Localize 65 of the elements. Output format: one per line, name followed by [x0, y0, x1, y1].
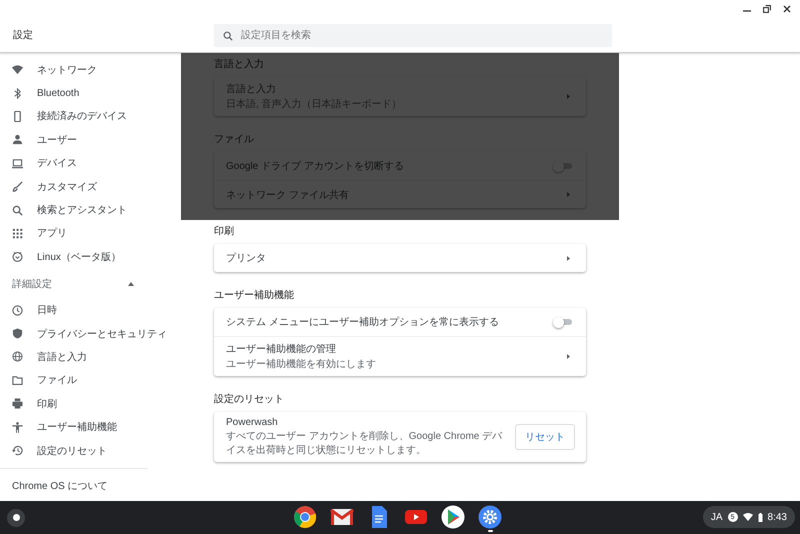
brush-icon: [12, 181, 23, 192]
restore-icon[interactable]: [763, 5, 771, 13]
chrome-icon[interactable]: [293, 505, 317, 529]
sidebar-item[interactable]: 言語と入力: [37, 350, 87, 364]
sidebar-item[interactable]: 印刷: [37, 396, 57, 411]
sidebar-item[interactable]: 日時: [37, 303, 57, 318]
clock-icon: [12, 304, 23, 316]
setting-label: Powerwash: [226, 417, 279, 428]
close-icon[interactable]: [783, 5, 791, 13]
language-indicator: JA: [710, 512, 723, 522]
setting-label: システム メニューにユーザー補助オプションを常に表示する: [226, 316, 499, 329]
sidebar-item[interactable]: ファイル: [37, 373, 77, 388]
folder-icon: [12, 374, 23, 386]
launcher-button[interactable]: [7, 508, 25, 526]
setting-label: ネットワーク ファイル共有: [226, 188, 349, 202]
section-heading: ファイル: [214, 133, 255, 146]
printer-icon: [12, 398, 23, 410]
chevron-right-icon[interactable]: [567, 354, 570, 359]
battery-icon: [758, 512, 763, 522]
person-icon: [12, 134, 23, 146]
sidebar-item[interactable]: Linux（ベータ版）: [37, 250, 121, 264]
bt-icon: [12, 88, 23, 99]
grid-icon: [12, 228, 23, 239]
sidebar-item[interactable]: ユーザー補助機能: [37, 420, 117, 434]
about-link[interactable]: Chrome OS について: [0, 469, 148, 494]
reset-button[interactable]: リセット: [515, 424, 575, 450]
section-heading: 設定のリセット: [214, 392, 285, 406]
sidebar-item[interactable]: デバイス: [37, 156, 77, 170]
clock-time: 8:43: [768, 512, 787, 522]
search-icon: [223, 31, 233, 41]
setting-label: Google ドライブ アカウントを切断する: [226, 160, 404, 173]
laptop-icon: [12, 158, 23, 169]
sidebar-item[interactable]: ネットワーク: [37, 62, 97, 77]
chevron-right-icon[interactable]: [567, 256, 570, 260]
toggle-switch[interactable]: [556, 319, 572, 325]
section-heading: 印刷: [214, 224, 235, 238]
history-icon: [12, 445, 23, 456]
advanced-settings-header[interactable]: 詳細設定: [12, 276, 52, 291]
window-title: 設定: [12, 28, 34, 42]
sidebar-item[interactable]: カスタマイズ: [37, 180, 97, 194]
setting-label: プリンタ: [226, 252, 266, 265]
setting-label: 言語と入力: [226, 82, 277, 96]
sidebar-item[interactable]: Bluetooth: [37, 88, 80, 99]
wifi-icon: [742, 513, 753, 521]
sidebar-item[interactable]: 検索とアシスタント: [37, 203, 127, 218]
sidebar-item[interactable]: アプリ: [37, 226, 67, 240]
linux-icon: [12, 251, 23, 262]
sidebar-item[interactable]: 設定のリセット: [37, 444, 107, 458]
sidebar-item[interactable]: ユーザー: [37, 132, 77, 147]
sidebar-item[interactable]: プライバシーとセキュリティ: [37, 326, 167, 341]
search-field[interactable]: 設定項目を検索: [214, 24, 612, 47]
setting-description: ユーザー補助機能を有効にします: [226, 358, 376, 371]
shield-icon: [12, 328, 23, 340]
setting-description: すべてのユーザー アカウントを削除し、Google Chrome デバイスを出荷時と同じ状態にリセットします。: [226, 430, 504, 457]
access-icon: [12, 422, 23, 433]
globe-icon: [12, 351, 23, 362]
sidebar-item[interactable]: 接続済みのデバイス: [37, 109, 127, 124]
wifi-icon: [12, 64, 23, 76]
section-heading: ユーザー補助機能: [214, 288, 295, 302]
caret-icon[interactable]: [128, 282, 134, 286]
search-icon: [12, 204, 23, 216]
gear-icon[interactable]: [478, 505, 502, 529]
phone-icon: [12, 110, 23, 122]
section-heading: 言語と入力: [214, 58, 265, 71]
setting-label: ユーザー補助機能の管理: [226, 342, 337, 356]
